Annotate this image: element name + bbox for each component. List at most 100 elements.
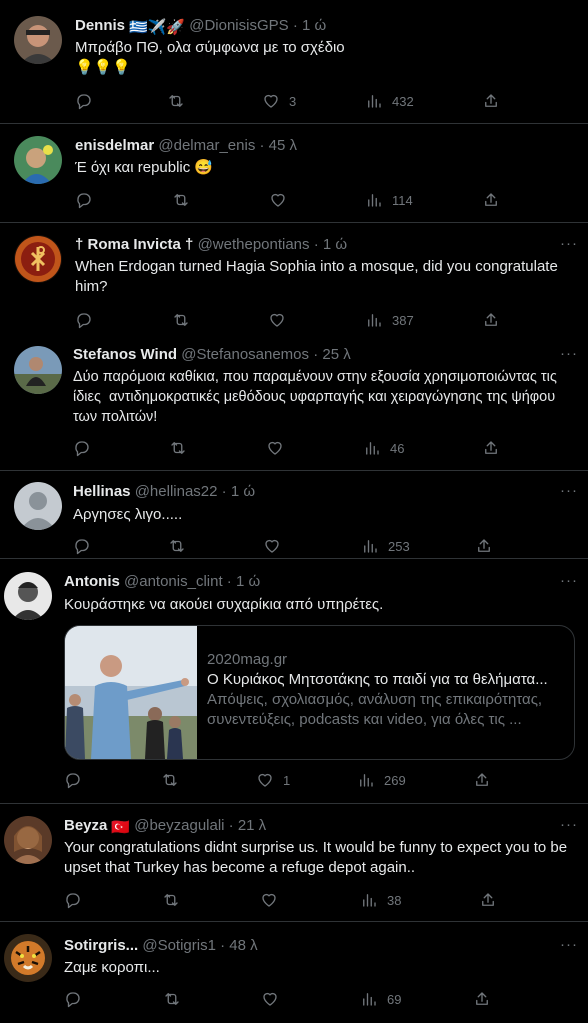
retweet-button[interactable] bbox=[172, 310, 199, 330]
timestamp[interactable]: · 25 λ bbox=[313, 346, 351, 363]
link-domain: 2020mag.gr bbox=[207, 651, 288, 668]
like-button[interactable] bbox=[261, 989, 288, 1009]
avatar[interactable] bbox=[4, 816, 52, 864]
like-button[interactable] bbox=[266, 438, 293, 458]
handle[interactable]: @Sotigris1 bbox=[142, 937, 216, 954]
handle[interactable]: @delmar_enis bbox=[158, 137, 255, 154]
handle[interactable]: @DionisisGPS bbox=[189, 17, 288, 34]
link-description: Απόψεις, σχολιασμός, ανάλυση της επικαιρ… bbox=[207, 691, 543, 728]
reply-icon bbox=[66, 992, 80, 1008]
profile-emoji: 🇹🇷 bbox=[111, 819, 131, 836]
avatar[interactable] bbox=[14, 235, 62, 283]
tweet[interactable]: Dennis 🇬🇷✈️🚀 @DionisisGPS · 1 ώ Μπράβο ΠΘ… bbox=[0, 0, 588, 124]
share-button[interactable] bbox=[473, 770, 491, 790]
handle[interactable]: @hellinas22 bbox=[135, 483, 218, 500]
action-bar: 1 269 bbox=[64, 770, 508, 790]
retweet-button[interactable] bbox=[161, 770, 188, 790]
share-button[interactable] bbox=[479, 890, 497, 910]
like-button[interactable] bbox=[269, 190, 296, 210]
tweet[interactable]: Sotirgris... @Sotigris1 · 48 λ ··· Ζαμε … bbox=[0, 922, 588, 1023]
display-name[interactable]: Stefanos Wind bbox=[73, 346, 177, 363]
tweet-header: Hellinas @hellinas22 · 1 ώ bbox=[73, 482, 574, 502]
display-name[interactable]: Beyza bbox=[64, 817, 107, 834]
like-button[interactable] bbox=[268, 310, 295, 330]
timestamp[interactable]: · 1 ώ bbox=[314, 236, 347, 253]
retweet-button[interactable] bbox=[169, 438, 196, 458]
display-name[interactable]: Sotirgris... bbox=[64, 937, 138, 954]
tweet-header: Stefanos Wind @Stefanosanemos · 25 λ bbox=[73, 345, 574, 365]
display-name[interactable]: enisdelmar bbox=[75, 137, 154, 154]
tweet[interactable]: † Roma Invicta † @wethepontians · 1 ώ ··… bbox=[0, 223, 588, 337]
timestamp[interactable]: · 21 λ bbox=[229, 817, 267, 834]
views-button[interactable]: 38 bbox=[360, 890, 401, 910]
share-button[interactable] bbox=[482, 438, 500, 458]
share-button[interactable] bbox=[482, 190, 500, 210]
reply-button[interactable] bbox=[64, 770, 91, 790]
handle[interactable]: @Stefanosanemos bbox=[181, 346, 309, 363]
views-button[interactable]: 269 bbox=[357, 770, 406, 790]
display-name[interactable]: Hellinas bbox=[73, 483, 131, 500]
display-name[interactable]: † Roma Invicta † bbox=[75, 236, 193, 253]
link-preview-card[interactable]: 2020mag.gr Ο Κυριάκος Μητσοτάκης το παιδ… bbox=[64, 625, 575, 760]
tweet[interactable]: Stefanos Wind @Stefanosanemos · 25 λ ···… bbox=[0, 337, 588, 471]
timestamp[interactable]: · 1 ώ bbox=[293, 17, 326, 34]
like-button[interactable]: 1 bbox=[256, 770, 290, 790]
retweet-button[interactable] bbox=[162, 890, 189, 910]
retweet-button[interactable] bbox=[172, 190, 199, 210]
reply-button[interactable] bbox=[75, 91, 102, 111]
more-options-button[interactable]: ··· bbox=[560, 816, 578, 833]
retweet-button[interactable] bbox=[163, 989, 190, 1009]
share-button[interactable] bbox=[482, 310, 500, 330]
avatar[interactable] bbox=[14, 482, 62, 530]
views-button[interactable]: 114 bbox=[365, 190, 413, 210]
timestamp[interactable]: · 1 ώ bbox=[222, 483, 255, 500]
retweet-button[interactable] bbox=[168, 536, 195, 556]
reply-button[interactable] bbox=[73, 438, 100, 458]
more-options-button[interactable]: ··· bbox=[560, 345, 578, 362]
retweet-button[interactable] bbox=[167, 91, 194, 111]
like-button[interactable]: 3 bbox=[262, 91, 296, 111]
display-name[interactable]: Antonis bbox=[64, 573, 120, 590]
timestamp[interactable]: · 1 ώ bbox=[227, 573, 260, 590]
avatar[interactable] bbox=[4, 572, 52, 620]
like-button[interactable] bbox=[260, 890, 287, 910]
display-name[interactable]: Dennis bbox=[75, 17, 125, 34]
more-options-button[interactable]: ··· bbox=[560, 572, 578, 589]
views-button[interactable]: 69 bbox=[360, 989, 401, 1009]
heart-icon bbox=[270, 313, 284, 327]
handle[interactable]: @beyzagulali bbox=[134, 817, 224, 834]
reply-button[interactable] bbox=[75, 310, 102, 330]
more-options-button[interactable]: ··· bbox=[560, 936, 578, 953]
tweet[interactable]: Hellinas @hellinas22 · 1 ώ ··· Αργησες λ… bbox=[0, 471, 588, 559]
action-bar: 38 bbox=[64, 890, 508, 910]
reply-button[interactable] bbox=[73, 536, 100, 556]
share-button[interactable] bbox=[482, 91, 500, 111]
avatar[interactable] bbox=[4, 934, 52, 982]
share-button[interactable] bbox=[475, 536, 493, 556]
share-icon bbox=[485, 94, 497, 107]
share-button[interactable] bbox=[473, 989, 491, 1009]
reply-icon bbox=[77, 94, 91, 110]
tweet[interactable]: enisdelmar @delmar_enis · 45 λ Έ όχι και… bbox=[0, 124, 588, 223]
tweet-header: Antonis @antonis_clint · 1 ώ bbox=[64, 572, 574, 592]
views-button[interactable]: 46 bbox=[363, 438, 404, 458]
avatar[interactable] bbox=[14, 346, 62, 394]
timestamp[interactable]: · 45 λ bbox=[260, 137, 298, 154]
views-button[interactable]: 432 bbox=[365, 91, 414, 111]
handle[interactable]: @wethepontians bbox=[198, 236, 310, 253]
handle[interactable]: @antonis_clint bbox=[124, 573, 223, 590]
tweet[interactable]: Beyza 🇹🇷 @beyzagulali · 21 λ ··· Your con… bbox=[0, 804, 588, 922]
more-options-button[interactable]: ··· bbox=[560, 235, 578, 252]
timestamp[interactable]: · 48 λ bbox=[220, 937, 258, 954]
reply-button[interactable] bbox=[64, 989, 91, 1009]
reply-button[interactable] bbox=[64, 890, 91, 910]
views-button[interactable]: 253 bbox=[361, 536, 410, 556]
views-button[interactable]: 387 bbox=[365, 310, 414, 330]
avatar[interactable] bbox=[14, 16, 62, 64]
like-button[interactable] bbox=[263, 536, 290, 556]
link-title[interactable]: Ο Κυριάκος Μητσοτάκης το παιδί για τα θε… bbox=[207, 670, 564, 690]
tweet-header: enisdelmar @delmar_enis · 45 λ bbox=[75, 136, 574, 156]
avatar[interactable] bbox=[14, 136, 62, 184]
reply-button[interactable] bbox=[75, 190, 102, 210]
more-options-button[interactable]: ··· bbox=[560, 482, 578, 499]
